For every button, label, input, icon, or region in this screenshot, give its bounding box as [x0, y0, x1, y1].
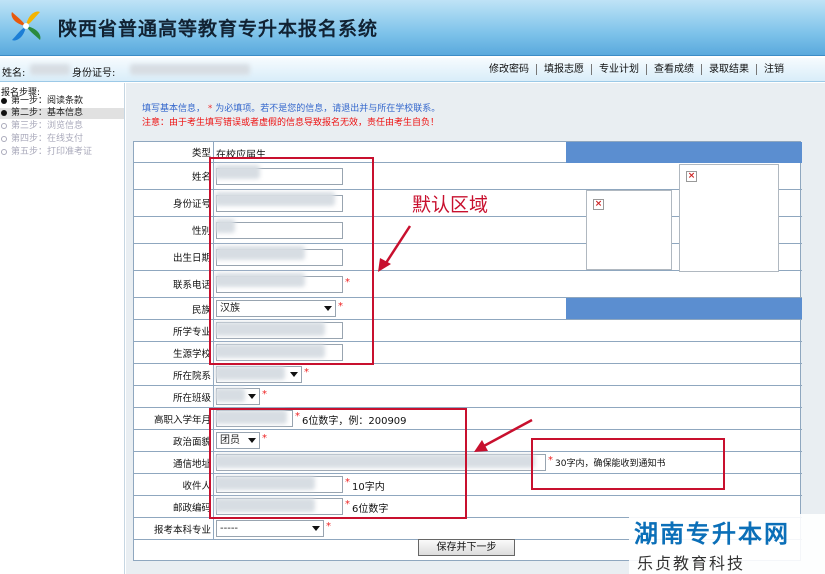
sidebar-step-1[interactable]: 第一步：阅读条款: [0, 96, 124, 107]
notice-warning: 注意：由于考生填写错误或者虚假的信息导致报名无效，责任由考生自负！: [142, 118, 440, 128]
field-label: 报考本科专业: [134, 518, 214, 539]
annotation-box-address-hint: [531, 438, 725, 490]
field-label: 收件人: [134, 474, 214, 495]
sidebar: 报名步骤: 第一步：阅读条款 第二步：基本信息 第三步：浏览信息 第四步：在线支…: [0, 83, 125, 574]
field-label: 所学专业: [134, 320, 214, 341]
chevron-down-icon: [290, 372, 298, 377]
header: 陕西省普通高等教育专升本报名系统: [0, 0, 825, 56]
field-label: 高职入学年月: [134, 408, 214, 429]
field-label: 所在院系: [134, 364, 214, 385]
photo-placeholder: ×: [586, 190, 672, 270]
bullet-icon: [1, 148, 7, 155]
photo-header-bar: [566, 142, 802, 163]
photo-placeholder-2: ×: [679, 164, 779, 272]
logo-pinwheel-icon: [11, 11, 41, 41]
step-label: 第二步：基本信息: [11, 108, 84, 118]
broken-image-icon: ×: [686, 171, 697, 182]
bullet-icon: [1, 109, 7, 116]
required-star: *: [207, 104, 213, 114]
bullet-icon: [1, 135, 7, 142]
watermark-slogan: 乐贞教育科技: [637, 554, 746, 573]
chevron-down-icon: [248, 394, 256, 399]
apply-major-select[interactable]: -----: [216, 520, 324, 537]
watermark: 湖南专升本网 乐贞教育科技: [629, 514, 825, 574]
nav-change-password[interactable]: 修改密码: [482, 64, 536, 75]
top-nav: 修改密码 填报志愿 专业计划 查看成绩 录取结果 注销: [482, 64, 791, 75]
field-label: 身份证号: [134, 190, 214, 216]
field-label: 类型: [134, 142, 214, 162]
sidebar-step-2[interactable]: 第二步：基本信息: [0, 108, 124, 119]
apply-major-selected: -----: [220, 523, 239, 534]
name-value-redacted: [30, 64, 70, 75]
step-label: 第三步：浏览信息: [11, 121, 84, 131]
field-label: 邮政编码: [134, 496, 214, 517]
nav-view-scores[interactable]: 查看成绩: [646, 64, 701, 75]
watermark-brand: 湖南专升本网: [634, 520, 790, 548]
sidebar-step-4: 第四步：在线支付: [0, 134, 124, 145]
bullet-icon: [1, 97, 7, 104]
id-label: 身份证号:: [72, 68, 116, 79]
required-star: *: [304, 367, 309, 378]
redacted-value: [215, 388, 245, 402]
annotation-box-default: [209, 157, 374, 365]
field-label: 性别: [134, 217, 214, 243]
name-label: 姓名:: [2, 68, 26, 79]
required-star: *: [262, 389, 267, 400]
user-bar: 姓名: 身份证号: 修改密码 填报志愿 专业计划 查看成绩 录取结果 注销: [0, 58, 825, 82]
field-label: 联系电话: [134, 271, 214, 297]
field-label: 所在班级: [134, 386, 214, 407]
nav-major-plan[interactable]: 专业计划: [591, 64, 646, 75]
step-label: 第五步：打印准考证: [11, 147, 93, 157]
redacted-value: [215, 366, 285, 380]
id-value-redacted: [130, 64, 250, 75]
field-label: 民族: [134, 298, 214, 319]
step-label: 第四步：在线支付: [11, 134, 84, 144]
broken-image-icon: ×: [593, 199, 604, 210]
chevron-down-icon: [312, 526, 320, 531]
nav-logout[interactable]: 注销: [756, 64, 791, 75]
field-label: 出生日期: [134, 244, 214, 270]
step-label: 第一步：阅读条款: [11, 96, 84, 106]
annotation-label: 默认区域: [412, 194, 489, 216]
notice-text: 为必填项。若不是您的信息，请退出并与所在学校联系。: [215, 104, 441, 114]
app-window: 陕西省普通高等教育专升本报名系统 姓名: 身份证号: 修改密码 填报志愿 专业计…: [0, 0, 825, 574]
system-title: 陕西省普通高等教育专升本报名系统: [58, 18, 379, 40]
notice-text: 填写基本信息，: [142, 104, 206, 114]
notice-required: 填写基本信息， * 为必填项。若不是您的信息，请退出并与所在学校联系。: [142, 101, 440, 114]
field-label: 生源学校: [134, 342, 214, 363]
bullet-icon: [1, 122, 7, 129]
annotation-box-fill: [209, 408, 467, 519]
save-next-button[interactable]: 保存并下一步: [418, 539, 515, 556]
required-star: *: [326, 521, 331, 532]
field-label: 姓名: [134, 163, 214, 189]
sidebar-step-5: 第五步：打印准考证: [0, 147, 124, 158]
field-label: 政治面貌: [134, 430, 214, 451]
field-label: 通信地址: [134, 452, 214, 473]
nav-fill-preferences[interactable]: 填报志愿: [536, 64, 591, 75]
nav-admission-result[interactable]: 录取结果: [701, 64, 756, 75]
photo-footer-bar: [566, 298, 802, 319]
sidebar-step-3: 第三步：浏览信息: [0, 121, 124, 132]
